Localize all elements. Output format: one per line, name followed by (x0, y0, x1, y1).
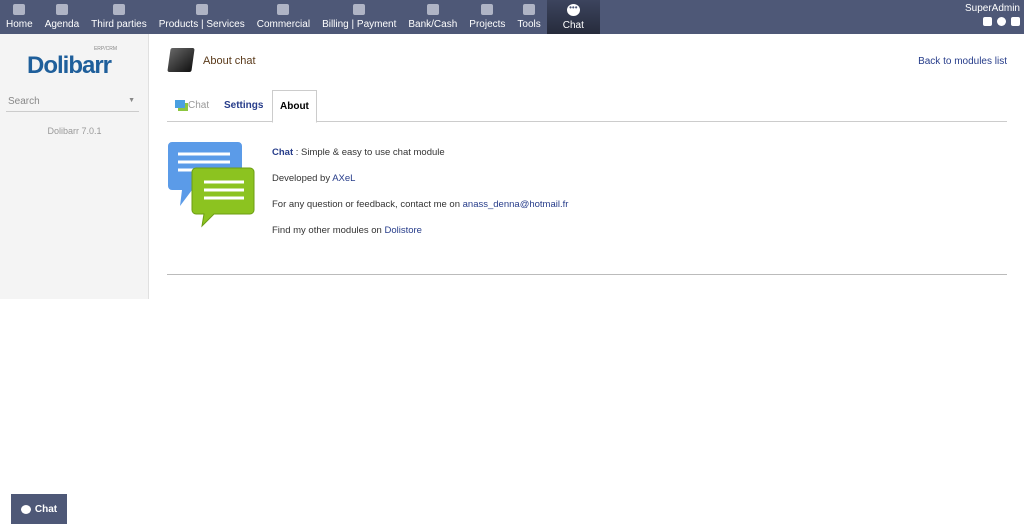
agenda-icon (55, 4, 68, 15)
building-icon (112, 4, 125, 15)
email-link[interactable]: anass_denna@hotmail.fr (463, 199, 569, 210)
menu-tools[interactable]: Tools (511, 0, 546, 34)
version-label: Dolibarr 7.0.1 (47, 126, 102, 136)
menu-projects[interactable]: Projects (463, 0, 511, 34)
menu-agenda[interactable]: Agenda (39, 0, 85, 34)
dolistore-link[interactable]: Dolistore (384, 225, 422, 236)
hierarchy-icon (481, 4, 494, 15)
menu-commercial[interactable]: Commercial (251, 0, 316, 34)
top-menu: Home Agenda Third parties Products | Ser… (0, 0, 1024, 34)
menu-chat[interactable]: ••• Chat (546, 0, 600, 34)
tab-about[interactable]: About (272, 90, 317, 123)
developer-link[interactable]: AXeL (332, 173, 355, 184)
chat-popup-button[interactable]: Chat (11, 494, 67, 524)
tab-chat[interactable]: Chat (170, 90, 214, 122)
page-title: About chat (203, 55, 256, 67)
chat-bubble-icon: ••• (566, 4, 580, 16)
chevron-down-icon: ▼ (128, 97, 135, 104)
module-icon (167, 48, 195, 72)
module-desc: : Simple & easy to use chat module (293, 147, 445, 158)
user-area: SuperAdmin (965, 3, 1020, 26)
chat-bubble-icon (20, 504, 31, 514)
menu-third-parties[interactable]: Third parties (85, 0, 153, 34)
developer-label: Developed by (272, 173, 333, 184)
person-icon (277, 4, 290, 15)
sidebar: Dolibarr ERP/CRM Search ▼ Dolibarr 7.0.1 (0, 34, 149, 299)
boxes-icon (195, 4, 208, 15)
menu-products[interactable]: Products | Services (153, 0, 251, 34)
tab-settings[interactable]: Settings (219, 90, 268, 122)
tools-icon (523, 4, 536, 15)
chat-icon (175, 100, 185, 108)
print-icon[interactable] (983, 17, 992, 26)
contact-label: For any question or feedback, contact me… (272, 199, 463, 210)
back-to-modules-link[interactable]: Back to modules list (918, 56, 1007, 67)
store-label: Find my other modules on (272, 225, 385, 236)
menu-billing[interactable]: Billing | Payment (316, 0, 402, 34)
billing-icon (353, 4, 366, 15)
dolibarr-logo[interactable]: Dolibarr ERP/CRM (27, 46, 117, 80)
home-icon (13, 4, 26, 15)
about-info: Chat : Simple & easy to use chat module … (272, 147, 568, 251)
divider (167, 274, 1007, 275)
module-name: Chat (272, 147, 294, 158)
help-icon[interactable] (997, 17, 1006, 26)
menu-bank[interactable]: Bank/Cash (402, 0, 463, 34)
tabs: Chat Settings About (167, 90, 1007, 123)
menu-home[interactable]: Home (0, 0, 39, 34)
logout-icon[interactable] (1011, 17, 1020, 26)
chat-module-icon (168, 142, 255, 228)
safe-icon (426, 4, 439, 15)
user-link[interactable]: SuperAdmin (965, 3, 1020, 14)
search-select[interactable]: Search ▼ (6, 94, 139, 112)
